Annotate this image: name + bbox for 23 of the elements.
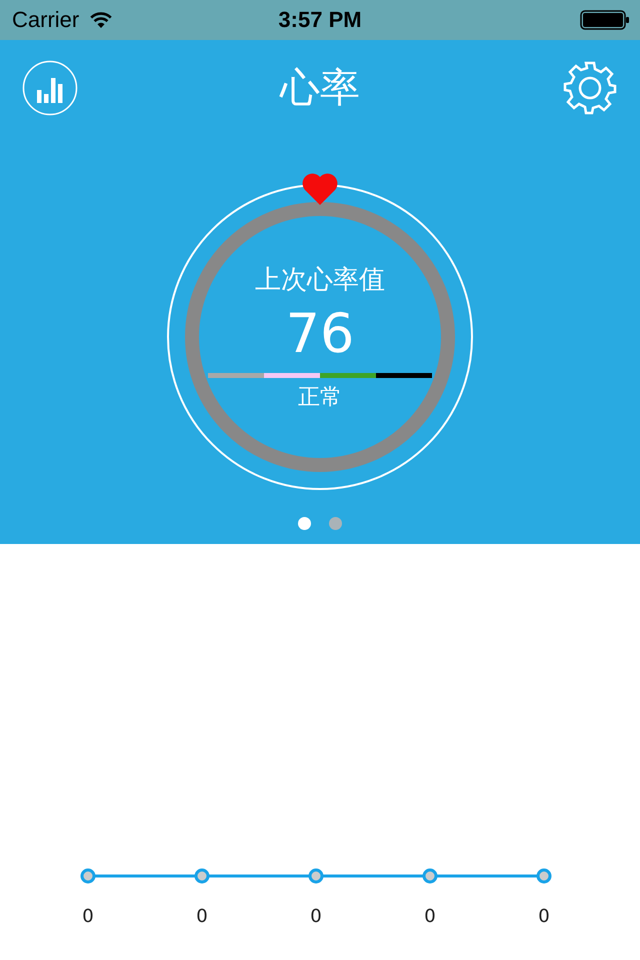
point-reading: 0 [424,906,436,927]
point-reading: 0 [310,906,322,927]
trend-point [536,868,552,884]
point-reading: 0 [82,906,94,927]
trend-point [194,868,210,884]
point-reading: 0 [196,906,208,927]
page-title: 心率 [280,64,360,113]
page-dot[interactable] [298,517,311,530]
gauge-label: 上次心率值 [255,264,385,297]
heart-rate-value: 76 [286,305,354,363]
page-dot[interactable] [329,517,342,530]
trend-point [308,868,324,884]
clock-time: 3:57 PM [278,7,362,33]
wifi-icon [89,11,114,29]
heart-icon [302,174,338,205]
point-reading: 0 [538,906,550,927]
trend-point [422,868,438,884]
battery-icon [580,10,630,30]
trend-point [80,868,96,884]
status-label: 正常 [298,384,342,412]
settings-icon[interactable] [562,60,618,116]
stats-icon[interactable] [22,60,78,116]
carrier-label: Carrier [12,7,80,33]
